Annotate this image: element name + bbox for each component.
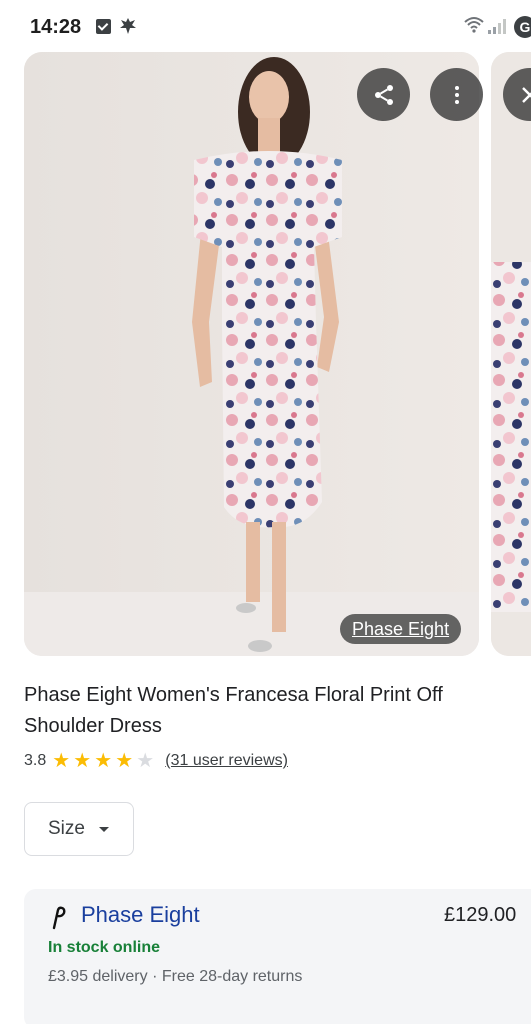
star-icon: ★	[94, 750, 113, 772]
wifi-icon	[464, 17, 484, 33]
app-notification-icon	[120, 18, 136, 34]
merchant-name-link[interactable]: Phase Eight	[81, 902, 200, 928]
star-icon: ★	[73, 750, 92, 772]
dress-model-photo	[24, 52, 479, 656]
caret-down-icon	[98, 826, 109, 832]
more-vert-icon	[454, 85, 459, 104]
product-image[interactable]	[24, 52, 479, 656]
share-icon	[374, 84, 393, 105]
share-button[interactable]	[357, 68, 410, 121]
product-title: Phase Eight Women's Francesa Floral Prin…	[24, 684, 443, 737]
signal-icon	[488, 19, 506, 34]
offer-price: £129.00	[444, 904, 517, 926]
rating-value: 3.8	[24, 752, 47, 769]
status-badge: G	[514, 16, 531, 38]
image-carousel[interactable]: Phase Eight	[0, 52, 531, 656]
merchant-offer-card[interactable]: Phase Eight £129.00 In stock online £3.9…	[24, 889, 531, 1024]
rating-stars: ★ ★ ★ ★ ★	[52, 751, 157, 771]
brand-chip-link[interactable]: Phase Eight	[340, 614, 462, 644]
star-icon: ★	[52, 750, 71, 772]
user-reviews-link[interactable]: (31 user reviews)	[165, 752, 288, 770]
rating-row: 3.8 ★ ★ ★ ★ ★ (31 user reviews)	[24, 749, 288, 773]
delivery-cost: £3.95 delivery	[48, 968, 148, 985]
more-options-button[interactable]	[430, 68, 483, 121]
close-icon	[521, 86, 531, 103]
separator-dot: ·	[152, 968, 158, 985]
delivery-info: £3.95 delivery · Free 28-day returns	[48, 968, 302, 986]
star-icon: ★	[115, 750, 134, 772]
merchant-logo-icon	[52, 906, 66, 930]
star-empty-icon: ★	[136, 750, 155, 772]
next-product-image[interactable]	[491, 52, 531, 656]
size-dropdown[interactable]: Size	[24, 802, 134, 856]
notification-check-icon	[96, 19, 111, 34]
stock-status: In stock online	[48, 939, 161, 956]
status-time: 14:28	[30, 16, 82, 38]
size-dropdown-label: Size	[48, 818, 85, 839]
returns-policy: Free 28-day returns	[161, 968, 303, 985]
status-bar: 14:28 G	[0, 0, 531, 52]
next-dress-photo	[491, 52, 531, 656]
